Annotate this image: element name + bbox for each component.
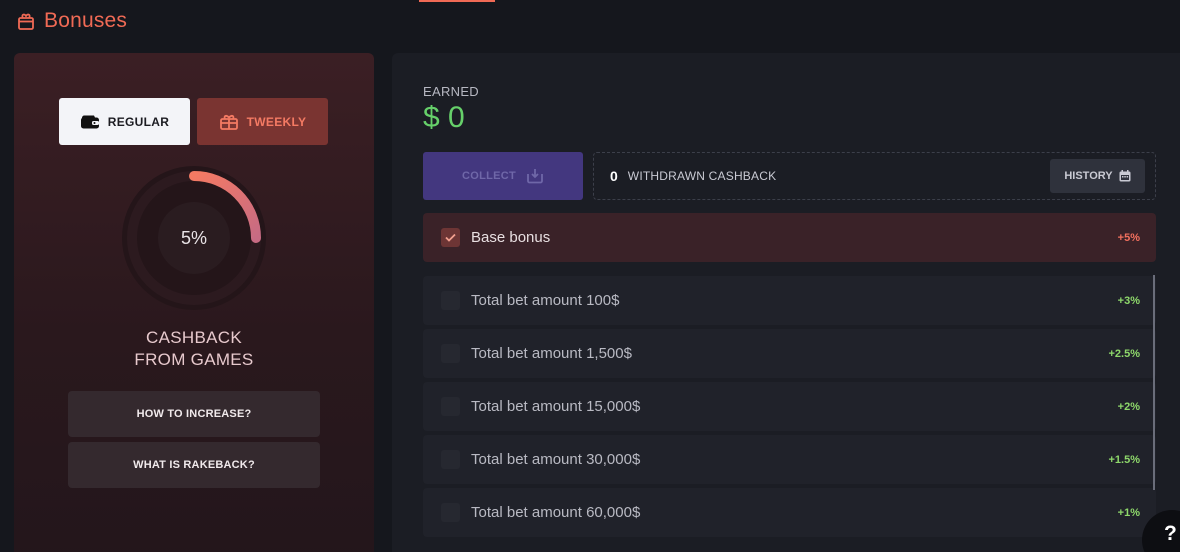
cashback-gauge: 5%: [122, 166, 266, 310]
scrollbar-thumb[interactable]: [1153, 275, 1155, 490]
mode-toggle: REGULAR TWEEKLY: [59, 98, 328, 145]
history-button-label: HISTORY: [1064, 170, 1113, 182]
earned-amount: $ 0: [423, 101, 465, 134]
bonus-value: +5%: [1117, 231, 1140, 244]
bonus-value: +3%: [1117, 294, 1140, 307]
bonus-row: Total bet amount 30,000$ +1.5%: [423, 435, 1156, 484]
bonus-label: Total bet amount 15,000$: [471, 398, 641, 415]
bonus-label: Total bet amount 60,000$: [471, 504, 641, 521]
bonuses-page: Bonuses REGULAR TWEEKLY 5% CASHBACK FROM…: [0, 0, 1180, 552]
bonus-checkbox[interactable]: [441, 397, 460, 416]
withdrawn-count: 0: [610, 168, 618, 184]
what-is-rakeback-button[interactable]: WHAT IS RAKEBACK?: [68, 442, 320, 488]
bonus-checkbox[interactable]: [441, 503, 460, 522]
bonus-value: +2%: [1117, 400, 1140, 413]
bonus-value: +2.5%: [1108, 347, 1141, 360]
page-title: Bonuses: [44, 9, 128, 32]
bonus-row: Total bet amount 15,000$ +2%: [423, 382, 1156, 431]
bonus-row-base: Base bonus +5%: [423, 213, 1156, 262]
active-tab-indicator: [419, 0, 495, 2]
bonus-checkbox[interactable]: [441, 291, 460, 310]
cashback-label-line1: CASHBACK: [146, 328, 242, 347]
bonus-checkbox[interactable]: [441, 228, 460, 247]
history-button[interactable]: HISTORY: [1050, 159, 1145, 193]
bonus-checkbox[interactable]: [441, 450, 460, 469]
bonus-row: Total bet amount 60,000$ +1%: [423, 488, 1156, 537]
calendar-icon: [1119, 170, 1131, 182]
how-to-increase-button[interactable]: HOW TO INCREASE?: [68, 391, 320, 437]
cashback-label-line2: FROM GAMES: [134, 350, 254, 369]
withdrawn-cashback-box: 0 WITHDRAWN CASHBACK HISTORY: [593, 152, 1156, 200]
cashback-percent: 5%: [180, 227, 207, 248]
bonus-value: +1.5%: [1108, 453, 1141, 466]
withdrawn-label: WITHDRAWN CASHBACK: [627, 169, 777, 183]
bonus-value: +1%: [1117, 506, 1140, 519]
bonus-row: Total bet amount 1,500$ +2.5%: [423, 329, 1156, 378]
gift-box-icon: [16, 11, 36, 31]
collect-button[interactable]: COLLECT: [423, 152, 583, 200]
bonus-checkbox[interactable]: [441, 344, 460, 363]
cashback-description: CASHBACK FROM GAMES: [14, 327, 374, 371]
page-header: Bonuses: [16, 6, 127, 36]
bonus-label: Base bonus: [471, 229, 551, 246]
bonus-row: Total bet amount 100$ +3%: [423, 276, 1156, 325]
earned-label: EARNED: [423, 84, 479, 99]
bonus-label: Total bet amount 30,000$: [471, 451, 641, 468]
cashback-panel: REGULAR TWEEKLY 5% CASHBACK FROM GAMES H…: [14, 53, 374, 552]
check-icon: [445, 233, 456, 242]
collect-button-label: COLLECT: [461, 170, 517, 182]
gift-box-icon: [219, 113, 239, 131]
regular-mode-button[interactable]: REGULAR: [59, 98, 190, 145]
wallet-icon: [80, 114, 100, 130]
tweekly-mode-label: TWEEKLY: [246, 114, 307, 129]
bonus-label: Total bet amount 100$: [471, 292, 620, 309]
bonus-label: Total bet amount 1,500$: [471, 345, 632, 362]
tweekly-mode-button[interactable]: TWEEKLY: [197, 98, 328, 145]
regular-mode-label: REGULAR: [107, 114, 170, 129]
collect-icon: [526, 168, 544, 184]
earnings-panel: EARNED $ 0 COLLECT 0 WITHDRAWN CASHBACK …: [392, 53, 1180, 552]
